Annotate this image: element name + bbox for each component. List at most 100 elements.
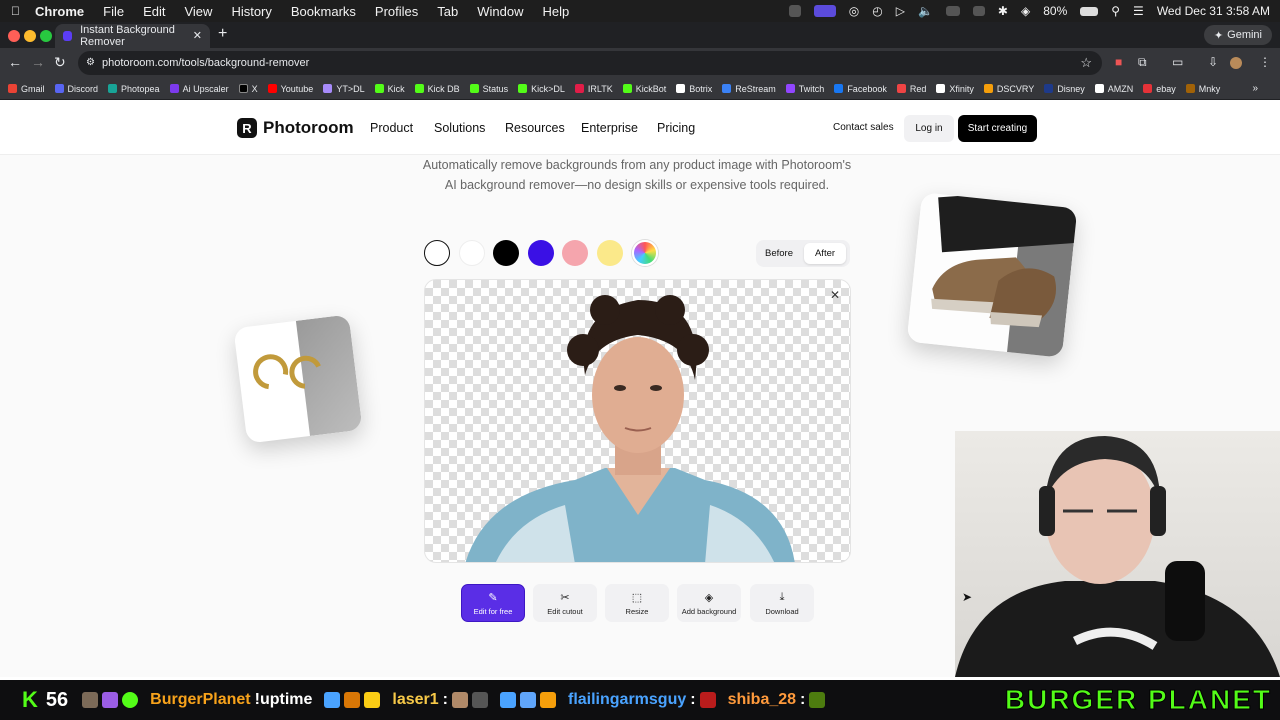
menu-tab[interactable]: Tab — [437, 4, 458, 19]
gemini-button[interactable]: ✦ Gemini — [1203, 25, 1272, 45]
swatch-white[interactable] — [459, 240, 485, 266]
keyboard-icon[interactable] — [972, 6, 985, 16]
bookmark-status[interactable]: Status — [469, 84, 508, 94]
login-button[interactable]: Log in — [904, 115, 954, 142]
contact-sales-link[interactable]: Contact sales — [833, 122, 894, 133]
swatch-yellow[interactable] — [597, 240, 623, 266]
bookmark-xfinity[interactable]: Xfinity — [936, 84, 974, 94]
reload-icon[interactable]: ↻ — [54, 54, 66, 71]
volume-icon[interactable]: 🔈 — [918, 4, 933, 18]
play-icon[interactable]: ▷ — [896, 4, 905, 18]
twitch-icon — [785, 84, 795, 93]
bookmark-mnky[interactable]: Mnky — [1185, 84, 1220, 94]
nav-solutions[interactable]: Solutions — [434, 121, 485, 135]
bookmark-kick[interactable]: Kick — [374, 84, 405, 94]
bookmark-irltk[interactable]: IRLTK — [574, 84, 613, 94]
bookmark-facebook[interactable]: Facebook — [834, 84, 887, 94]
menu-app-name[interactable]: Chrome — [35, 4, 84, 19]
earrings-sample-card[interactable] — [233, 314, 363, 444]
menu-file[interactable]: File — [103, 4, 124, 19]
display-icon[interactable] — [945, 6, 960, 16]
bookmark-dscvry[interactable]: DSCVRY — [983, 84, 1034, 94]
nav-product[interactable]: Product — [370, 121, 413, 135]
extension-badge-icon[interactable]: ■ — [1115, 55, 1122, 69]
bookmark-gmail[interactable]: Gmail — [8, 84, 45, 94]
edit-cutout-button[interactable]: ✂ Edit cutout — [533, 584, 597, 622]
start-creating-button[interactable]: Start creating — [958, 115, 1037, 142]
close-icon[interactable]: ✕ — [830, 288, 840, 302]
address-bar[interactable]: ⚙ photoroom.com/tools/background-remover… — [78, 51, 1102, 75]
after-toggle-button[interactable]: After — [804, 243, 846, 264]
before-toggle-button[interactable]: Before — [760, 243, 798, 264]
bookmark-youtube[interactable]: Youtube — [267, 84, 313, 94]
bookmark-red[interactable]: Red — [896, 84, 926, 94]
swatch-black[interactable] — [493, 240, 519, 266]
bookmark-x[interactable]: X — [238, 84, 258, 94]
resize-button[interactable]: ⬚ Resize — [605, 584, 669, 622]
globe-icon[interactable]: ◎ — [849, 4, 859, 18]
menu-profiles[interactable]: Profiles — [375, 4, 418, 19]
sneaker-sample-card[interactable] — [906, 192, 1078, 358]
profile-avatar-icon[interactable] — [1230, 57, 1242, 69]
menubar-clock[interactable]: Wed Dec 31 3:58 AM — [1157, 4, 1270, 18]
battery-icon[interactable] — [1080, 6, 1099, 16]
edit-for-free-button[interactable]: ✎ Edit for free — [461, 584, 525, 622]
menu-help[interactable]: Help — [543, 4, 570, 19]
control-center-icon[interactable]: ☰ — [1133, 4, 1144, 18]
cutout-preview-canvas[interactable]: ✕ — [424, 279, 851, 563]
bookmark-kickbot[interactable]: KickBot — [622, 84, 666, 94]
bookmark-kick-dl[interactable]: Kick>DL — [518, 84, 565, 94]
add-background-button[interactable]: ◈ Add background — [677, 584, 741, 622]
download-button[interactable]: ⤓ Download — [750, 584, 814, 622]
download-tray-icon[interactable]: ⇩ — [1208, 55, 1218, 69]
bookmark-yt-dl[interactable]: YT>DL — [323, 84, 365, 94]
bookmark-amzn[interactable]: AMZN — [1094, 84, 1133, 94]
clock-icon[interactable]: ◴ — [872, 4, 882, 18]
bookmark-restream[interactable]: ReStream — [722, 84, 776, 94]
spotlight-search-icon[interactable]: ⚲ — [1111, 4, 1120, 18]
forward-arrow-icon[interactable]: → — [31, 54, 45, 70]
swatch-pink[interactable] — [562, 240, 588, 266]
bluetooth-icon[interactable]: ✱ — [998, 4, 1008, 18]
photoroom-logo[interactable]: R Photoroom — [237, 118, 354, 138]
gmail-icon — [8, 84, 17, 93]
menu-edit[interactable]: Edit — [143, 4, 165, 19]
menu-bookmarks[interactable]: Bookmarks — [291, 4, 356, 19]
nav-enterprise[interactable]: Enterprise — [581, 121, 638, 135]
window-close-button[interactable] — [8, 30, 20, 42]
swatch-purple[interactable] — [528, 240, 554, 266]
bookmark-twitch[interactable]: Twitch — [785, 84, 824, 94]
nav-pricing[interactable]: Pricing — [657, 121, 695, 135]
status-screen-icon[interactable] — [813, 5, 836, 17]
chat-badge-icon — [324, 692, 341, 708]
status-app-icon[interactable] — [788, 5, 801, 17]
back-arrow-icon[interactable]: ← — [8, 54, 22, 70]
menu-view[interactable]: View — [184, 4, 212, 19]
bookmark-botrix[interactable]: Botrix — [676, 84, 712, 94]
window-minimize-button[interactable] — [24, 30, 36, 42]
menu-window[interactable]: Window — [477, 4, 523, 19]
window-zoom-button[interactable] — [40, 30, 52, 42]
menu-history[interactable]: History — [231, 4, 271, 19]
bookmark-kick-db[interactable]: Kick DB — [414, 84, 460, 94]
bookmarks-overflow-chevron-icon[interactable]: » — [1252, 83, 1258, 94]
extensions-puzzle-icon[interactable]: ⧉ — [1138, 55, 1147, 70]
cast-icon[interactable]: ▭ — [1172, 55, 1183, 69]
bookmark-ebay[interactable]: ebay — [1143, 84, 1176, 94]
bookmark-ai-upscaler[interactable]: Ai Upscaler — [169, 84, 229, 94]
bookmark-disney[interactable]: Disney — [1044, 84, 1085, 94]
kebab-menu-icon[interactable]: ⋮ — [1259, 55, 1271, 69]
browser-tab-active[interactable]: Instant Background Remover ✕ — [55, 24, 210, 48]
nav-resources[interactable]: Resources — [505, 121, 565, 135]
apple-icon[interactable]:  — [11, 4, 20, 18]
bookmark-star-icon[interactable]: ☆ — [1080, 55, 1092, 71]
hero-subtitle-line-2: AI background remover—no design skills o… — [444, 178, 830, 192]
swatch-transparent[interactable] — [424, 240, 450, 266]
swatch-color-picker[interactable] — [632, 240, 658, 266]
bookmark-discord[interactable]: Discord — [54, 84, 98, 94]
wifi-icon[interactable]: ◈ — [1021, 4, 1030, 18]
new-tab-plus-icon[interactable]: + — [218, 25, 227, 43]
site-info-icon[interactable]: ⚙ — [86, 57, 95, 68]
bookmark-photopea[interactable]: Photopea — [108, 84, 160, 94]
tab-close-icon[interactable]: ✕ — [193, 29, 202, 42]
